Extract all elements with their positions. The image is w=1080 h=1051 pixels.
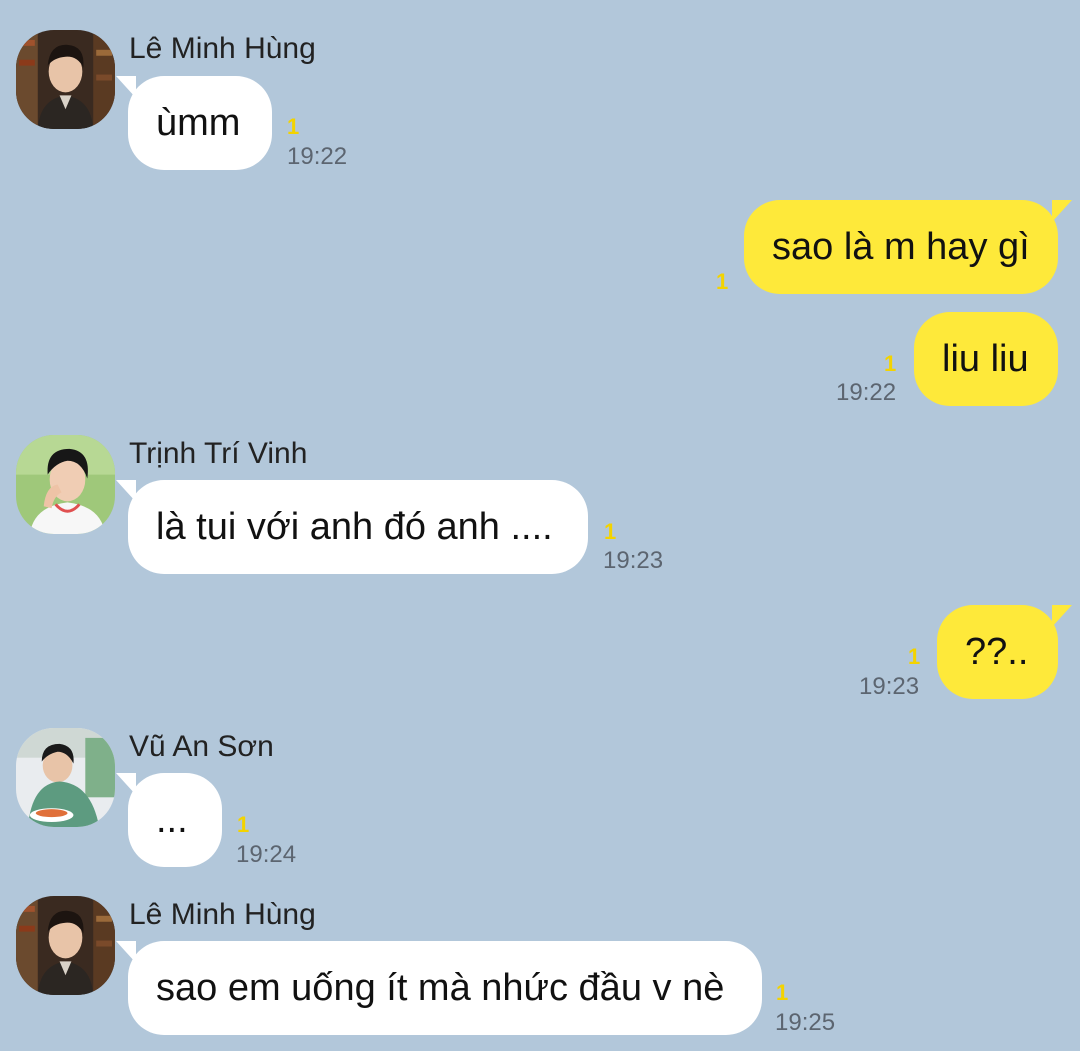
message-bubble[interactable]: ùmm	[116, 76, 272, 170]
message-bubble[interactable]: ...	[116, 773, 222, 867]
message-time: 19:22	[836, 379, 897, 406]
avatar[interactable]	[16, 30, 115, 129]
unread-count: 1	[776, 980, 789, 1005]
chat-thread[interactable]: Lê Minh Hùng ùmm 1 19:22 sao là m hay gì…	[0, 0, 1080, 1051]
message-bubble[interactable]: sao là m hay gì	[744, 200, 1072, 294]
unread-count: 1	[908, 644, 921, 669]
message-bubble[interactable]: sao em uống ít mà nhức đầu v nè	[116, 941, 762, 1035]
unread-count: 1	[287, 114, 300, 139]
avatar[interactable]	[16, 896, 115, 995]
avatar[interactable]	[16, 728, 115, 827]
avatar-photo-icon	[16, 30, 115, 129]
message-time: 19:23	[603, 547, 664, 574]
sender-name: Trịnh Trí Vinh	[129, 437, 308, 470]
message-time: 19:25	[775, 1009, 836, 1036]
message-bubble[interactable]: ??..	[937, 605, 1072, 699]
message-bubble[interactable]: liu liu	[914, 312, 1058, 406]
avatar-photo-icon	[16, 728, 115, 827]
message-time: 19:22	[287, 143, 348, 170]
sender-name: Lê Minh Hùng	[129, 32, 316, 65]
unread-count: 1	[604, 519, 617, 544]
message-bubble[interactable]: là tui với anh đó anh ....	[116, 480, 588, 574]
unread-count: 1	[884, 351, 897, 376]
message-time: 19:24	[236, 841, 297, 868]
avatar[interactable]	[16, 435, 115, 534]
sender-name: Lê Minh Hùng	[129, 898, 316, 931]
avatar-photo-icon	[16, 896, 115, 995]
message-time: 19:23	[859, 673, 920, 700]
unread-count: 1	[716, 269, 729, 294]
avatar-photo-icon	[16, 435, 115, 534]
sender-name: Vũ An Sơn	[129, 730, 274, 763]
unread-count: 1	[237, 812, 250, 837]
